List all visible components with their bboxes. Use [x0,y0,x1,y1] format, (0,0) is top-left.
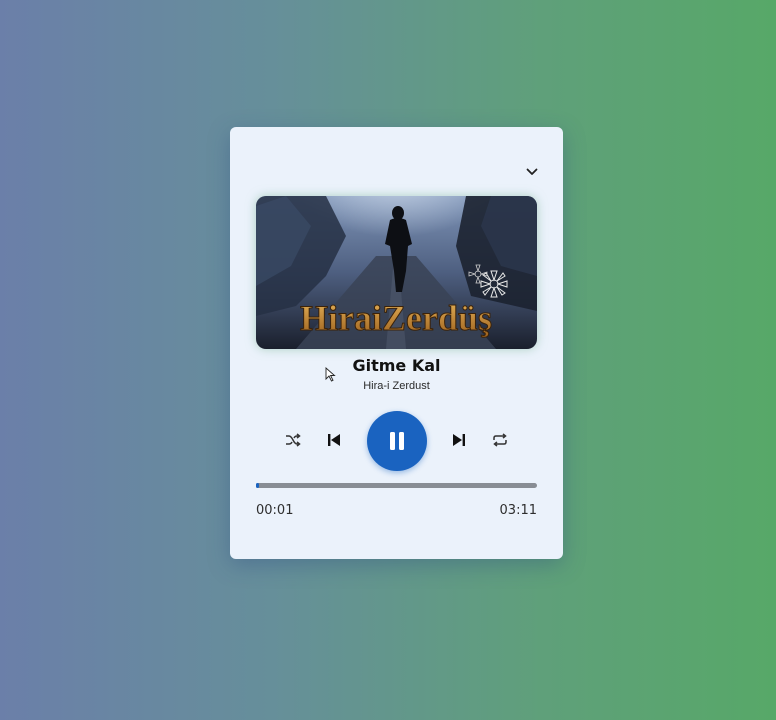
playback-controls [230,411,563,471]
song-title: Gitme Kal [352,356,441,375]
cursor-arrow-icon [325,367,336,382]
skip-next-icon [453,434,465,446]
next-button[interactable] [450,431,468,449]
repeat-icon [493,433,507,447]
mouse-cursor [325,367,337,387]
shuffle-icon [286,433,301,447]
progress-bar-fill [256,483,259,488]
chevron-down-icon [526,168,538,175]
repeat-button[interactable] [491,431,509,449]
album-cover: HiraiZerdüş [256,196,537,349]
shuffle-button[interactable] [284,431,302,449]
play-pause-button[interactable] [367,411,427,471]
total-duration: 03:11 [499,503,537,518]
song-artist: Hira-i Zerdust [363,380,430,392]
previous-button[interactable] [325,431,343,449]
progress-bar[interactable] [256,483,537,488]
pause-icon [390,432,404,450]
music-player-card: HiraiZerdüş Gitme Kal Hira-i Zerdust 00:… [230,127,563,559]
collapse-button[interactable] [525,165,539,179]
cover-title-text: HiraiZerdüş [300,298,492,338]
current-time: 00:01 [256,503,294,518]
skip-previous-icon [328,434,340,446]
